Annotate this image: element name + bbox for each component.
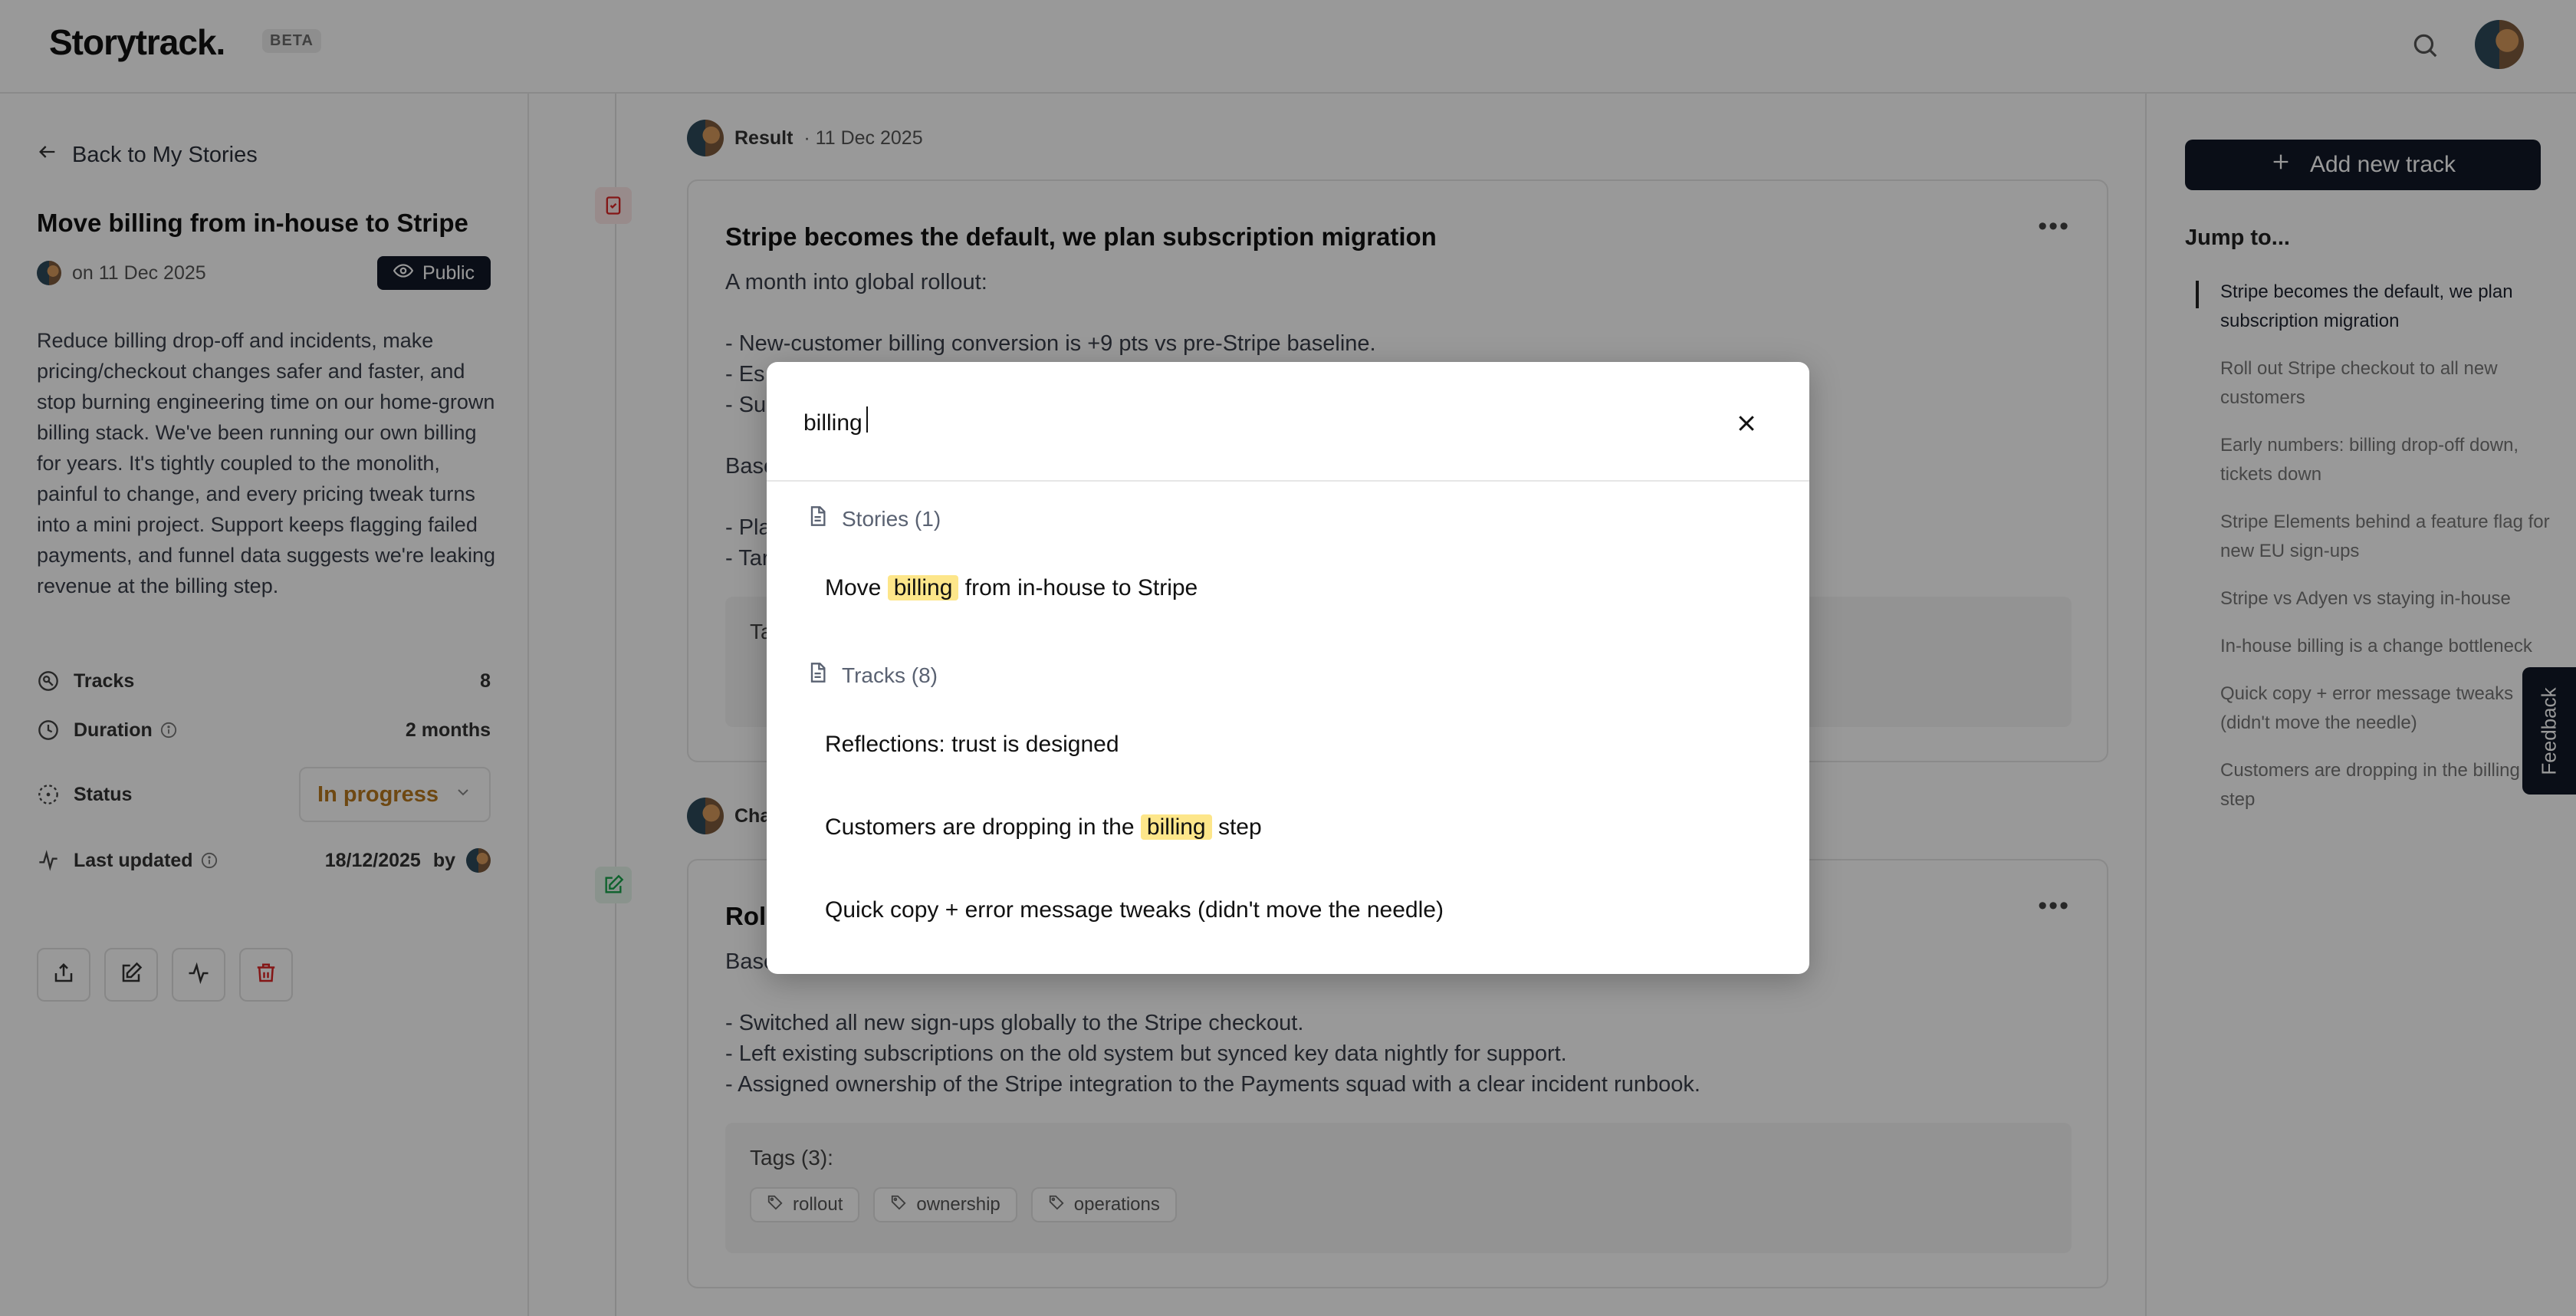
track-result[interactable]: Customers are dropping in the billing st…: [825, 814, 1262, 841]
stories-heading-label: Stories (1): [842, 506, 941, 531]
document-icon: [807, 661, 828, 689]
result-text: from in-house to Stripe: [958, 575, 1198, 600]
result-text: Move: [825, 575, 888, 600]
text-caret: [866, 406, 868, 433]
stories-group-heading: Stories (1): [807, 505, 941, 533]
story-result[interactable]: Move billing from in-house to Stripe: [825, 575, 1198, 601]
tracks-heading-label: Tracks (8): [842, 663, 938, 687]
match-highlight: billing: [887, 575, 959, 600]
match-highlight: billing: [1140, 814, 1212, 840]
tracks-group-heading: Tracks (8): [807, 661, 938, 689]
track-result[interactable]: Quick copy + error message tweaks (didn'…: [825, 897, 1444, 923]
track-result[interactable]: Reflections: trust is designed: [825, 732, 1119, 758]
search-input[interactable]: [803, 400, 1647, 446]
document-icon: [807, 505, 828, 533]
modal-divider: [767, 480, 1809, 482]
result-text: Reflections: trust is designed: [825, 732, 1119, 757]
result-text: Quick copy + error message tweaks (didn'…: [825, 897, 1444, 923]
close-icon[interactable]: [1730, 406, 1763, 440]
result-text: step: [1211, 814, 1262, 840]
search-modal: Stories (1) Move billing from in-house t…: [767, 362, 1809, 974]
result-text: Customers are dropping in the: [825, 814, 1141, 840]
